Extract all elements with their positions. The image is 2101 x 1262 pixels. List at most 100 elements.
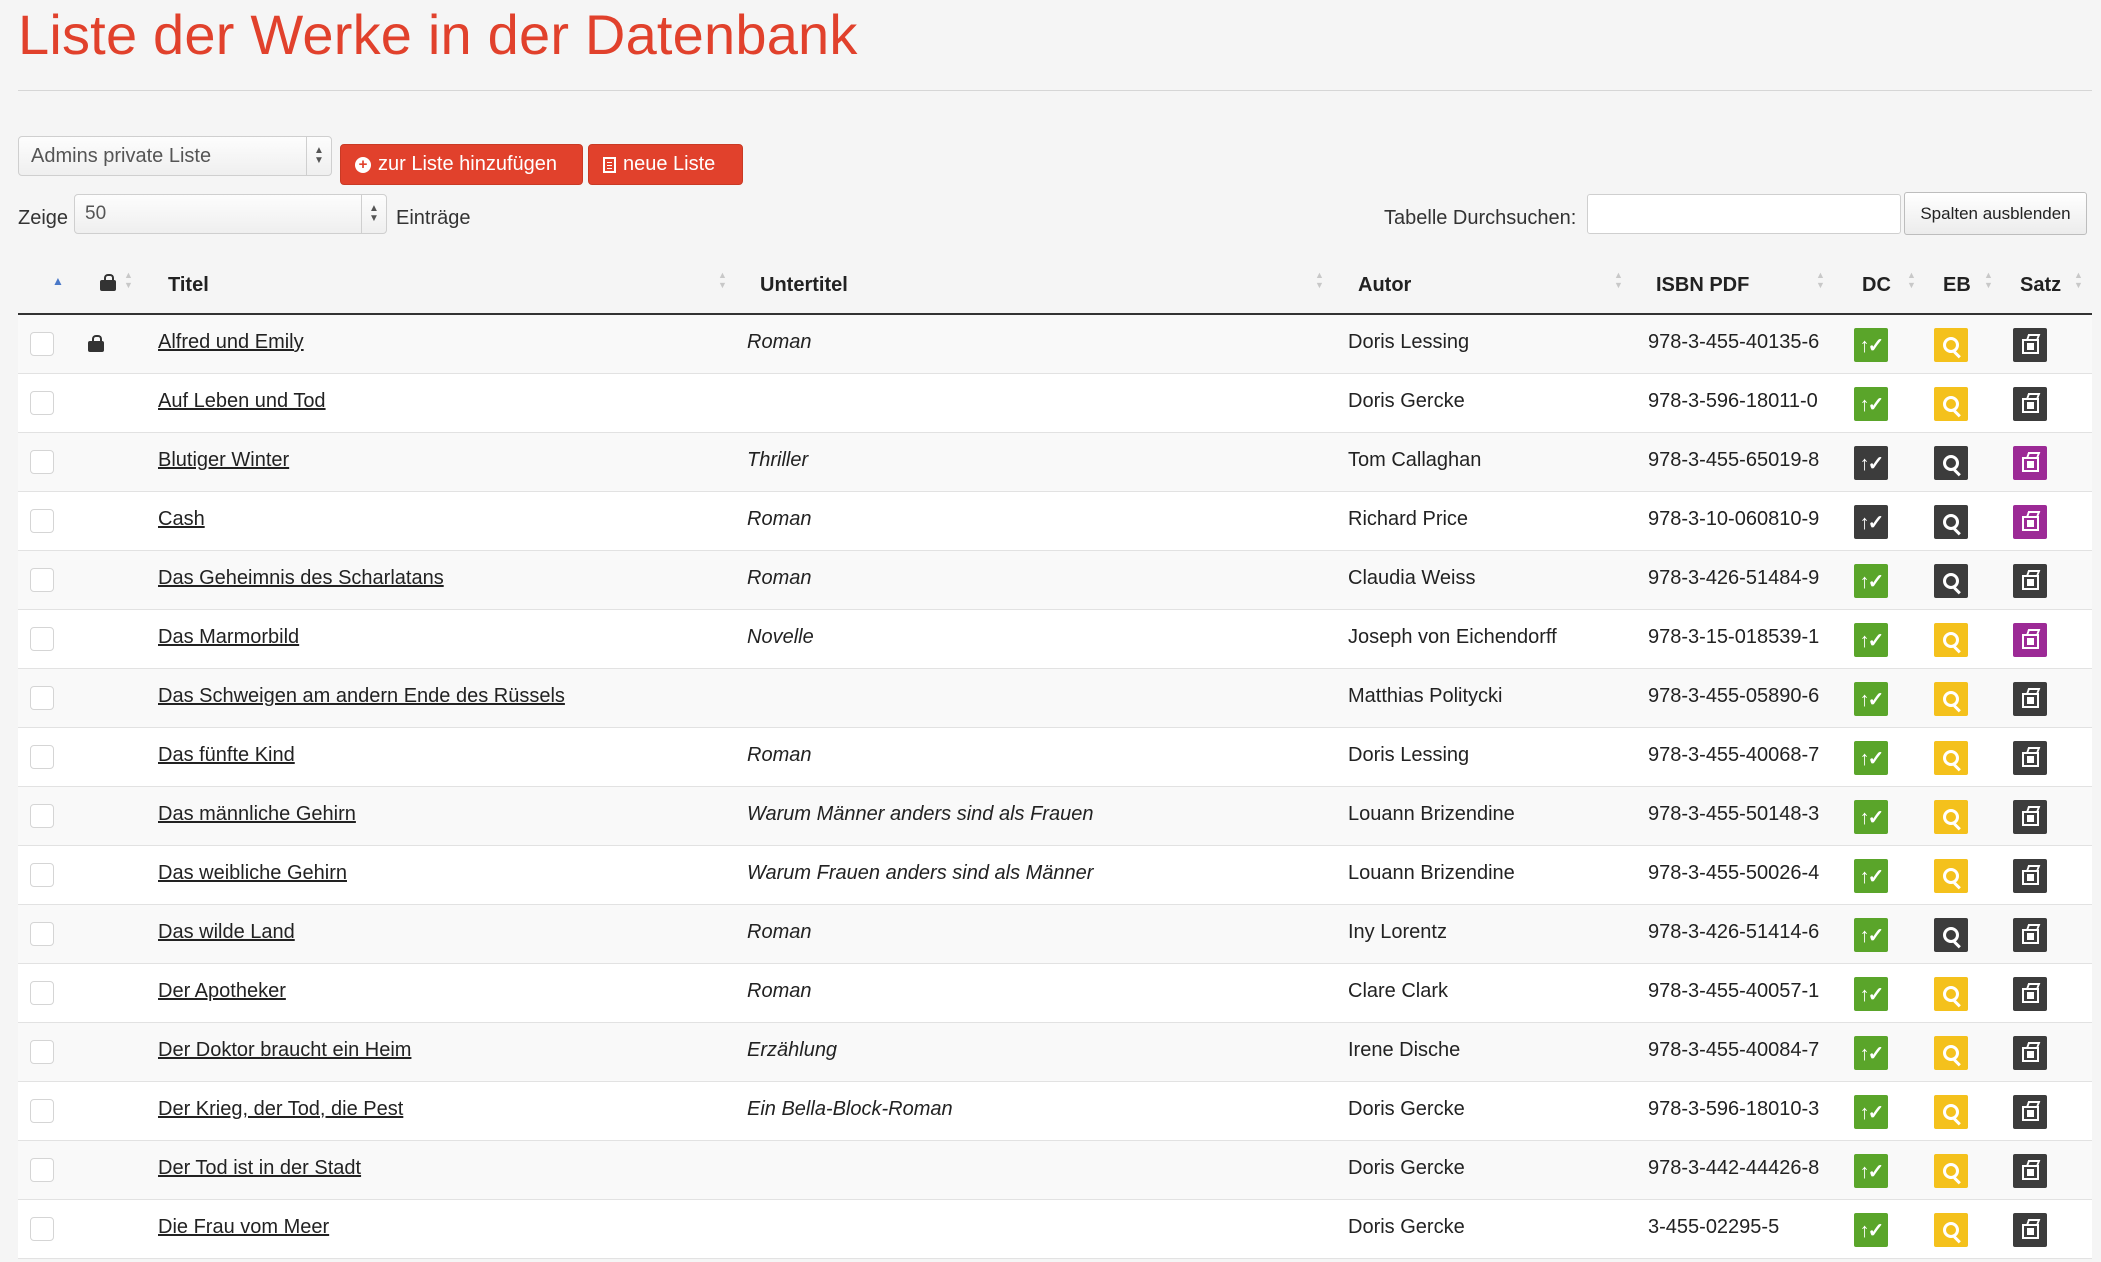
row-checkbox[interactable] (30, 981, 54, 1005)
row-checkbox[interactable] (30, 509, 54, 533)
row-checkbox[interactable] (30, 1040, 54, 1064)
work-title-link[interactable]: Cash (158, 508, 205, 531)
work-title-link[interactable]: Das wilde Land (158, 921, 295, 944)
satz-status-icon[interactable] (2013, 623, 2047, 657)
satz-status-icon[interactable] (2013, 505, 2047, 539)
satz-status-icon[interactable] (2013, 800, 2047, 834)
eb-status-icon[interactable] (1934, 859, 1968, 893)
eb-status-icon[interactable] (1934, 741, 1968, 775)
column-header-satz[interactable]: Satz (2020, 274, 2061, 297)
work-title-link[interactable]: Der Krieg, der Tod, die Pest (158, 1098, 403, 1121)
work-title-link[interactable]: Das Schweigen am andern Ende des Rüssels (158, 685, 565, 708)
work-title-link[interactable]: Das Marmorbild (158, 626, 299, 649)
satz-status-icon[interactable] (2013, 859, 2047, 893)
table-row: Das männliche Gehirn Warum Männer anders … (18, 787, 2092, 846)
eb-status-icon[interactable] (1934, 328, 1968, 362)
work-title-link[interactable]: Alfred und Emily (158, 331, 304, 354)
eb-status-icon[interactable] (1934, 564, 1968, 598)
dc-status-icon[interactable]: ↑✓ (1854, 564, 1888, 598)
work-title-link[interactable]: Das fünfte Kind (158, 744, 295, 767)
satz-status-icon[interactable] (2013, 1095, 2047, 1129)
satz-status-icon[interactable] (2013, 977, 2047, 1011)
dc-status-icon[interactable]: ↑✓ (1854, 387, 1888, 421)
work-title-link[interactable]: Das männliche Gehirn (158, 803, 356, 826)
column-header-title[interactable]: Titel (168, 274, 209, 297)
dc-status-icon[interactable]: ↑✓ (1854, 682, 1888, 716)
row-checkbox[interactable] (30, 332, 54, 356)
eb-status-icon[interactable] (1934, 1154, 1968, 1188)
work-title-link[interactable]: Die Frau vom Meer (158, 1216, 329, 1239)
row-checkbox[interactable] (30, 922, 54, 946)
dc-status-icon[interactable]: ↑✓ (1854, 918, 1888, 952)
eb-status-icon[interactable] (1934, 1095, 1968, 1129)
eb-status-icon[interactable] (1934, 1213, 1968, 1247)
column-header-dc[interactable]: DC (1862, 274, 1891, 297)
eb-status-icon[interactable] (1934, 682, 1968, 716)
row-checkbox[interactable] (30, 450, 54, 474)
row-checkbox[interactable] (30, 568, 54, 592)
table-search-input[interactable] (1587, 194, 1901, 234)
satz-status-icon[interactable] (2013, 387, 2047, 421)
eb-status-icon[interactable] (1934, 1036, 1968, 1070)
eb-status-icon[interactable] (1934, 977, 1968, 1011)
row-checkbox[interactable] (30, 1099, 54, 1123)
dc-status-icon[interactable]: ↑✓ (1854, 800, 1888, 834)
row-checkbox[interactable] (30, 1217, 54, 1241)
dc-status-icon[interactable]: ↑✓ (1854, 977, 1888, 1011)
satz-status-icon[interactable] (2013, 1036, 2047, 1070)
dc-status-icon[interactable]: ↑✓ (1854, 446, 1888, 480)
table-row: Cash Roman Richard Price 978-3-10-060810-9 ↑… (18, 492, 2092, 551)
dc-status-icon[interactable]: ↑✓ (1854, 623, 1888, 657)
row-checkbox[interactable] (30, 391, 54, 415)
dc-status-icon[interactable]: ↑✓ (1854, 1213, 1888, 1247)
eb-status-icon[interactable] (1934, 387, 1968, 421)
dc-status-icon[interactable]: ↑✓ (1854, 1036, 1888, 1070)
work-title-link[interactable]: Das weibliche Gehirn (158, 862, 347, 885)
sort-ascending-icon[interactable]: ▲ (52, 274, 64, 288)
works-table: ▲ ▲ ▼ Titel ▲ ▼ Untertitel ▲ ▼ Autor ▲ ▼ ISB… (18, 256, 2092, 1259)
column-header-author[interactable]: Autor (1358, 274, 1411, 297)
row-checkbox[interactable] (30, 627, 54, 651)
dc-status-icon[interactable]: ↑✓ (1854, 328, 1888, 362)
eb-status-icon[interactable] (1934, 918, 1968, 952)
new-list-button[interactable]: neue Liste (588, 144, 743, 185)
satz-status-icon[interactable] (2013, 1213, 2047, 1247)
satz-status-icon[interactable] (2013, 741, 2047, 775)
eb-status-icon[interactable] (1934, 623, 1968, 657)
column-header-eb[interactable]: EB (1943, 274, 1971, 297)
satz-status-icon[interactable] (2013, 446, 2047, 480)
satz-status-icon[interactable] (2013, 328, 2047, 362)
dc-status-icon[interactable]: ↑✓ (1854, 859, 1888, 893)
sort-icon: ▲ ▼ (1907, 270, 1916, 290)
row-checkbox[interactable] (30, 1158, 54, 1182)
dc-status-icon[interactable]: ↑✓ (1854, 1154, 1888, 1188)
column-header-subtitle[interactable]: Untertitel (760, 274, 848, 297)
row-checkbox[interactable] (30, 686, 54, 710)
column-header-isbn[interactable]: ISBN PDF (1656, 274, 1749, 297)
dc-status-icon[interactable]: ↑✓ (1854, 1095, 1888, 1129)
add-to-list-button[interactable]: + zur Liste hinzufügen (340, 144, 583, 185)
eb-status-icon[interactable] (1934, 505, 1968, 539)
work-title-link[interactable]: Das Geheimnis des Scharlatans (158, 567, 444, 590)
hide-columns-button[interactable]: Spalten ausblenden (1904, 192, 2087, 235)
work-title-link[interactable]: Blutiger Winter (158, 449, 289, 472)
eb-status-icon[interactable] (1934, 446, 1968, 480)
lock-column-header[interactable] (100, 274, 116, 294)
satz-status-icon[interactable] (2013, 1154, 2047, 1188)
dc-status-icon[interactable]: ↑✓ (1854, 505, 1888, 539)
satz-status-icon[interactable] (2013, 564, 2047, 598)
work-title-link[interactable]: Der Doktor braucht ein Heim (158, 1039, 411, 1062)
work-title-link[interactable]: Der Apotheker (158, 980, 286, 1003)
work-title-link[interactable]: Auf Leben und Tod (158, 390, 326, 413)
work-title-link[interactable]: Der Tod ist in der Stadt (158, 1157, 361, 1180)
satz-status-icon[interactable] (2013, 918, 2047, 952)
satz-status-icon[interactable] (2013, 682, 2047, 716)
page-length-select[interactable]: 50 ▲ ▼ (74, 194, 387, 234)
list-select-value: Admins private Liste (31, 145, 212, 167)
eb-status-icon[interactable] (1934, 800, 1968, 834)
dc-status-icon[interactable]: ↑✓ (1854, 741, 1888, 775)
list-select[interactable]: Admins private Liste ▲ ▼ (18, 136, 332, 176)
row-checkbox[interactable] (30, 745, 54, 769)
row-checkbox[interactable] (30, 863, 54, 887)
row-checkbox[interactable] (30, 804, 54, 828)
